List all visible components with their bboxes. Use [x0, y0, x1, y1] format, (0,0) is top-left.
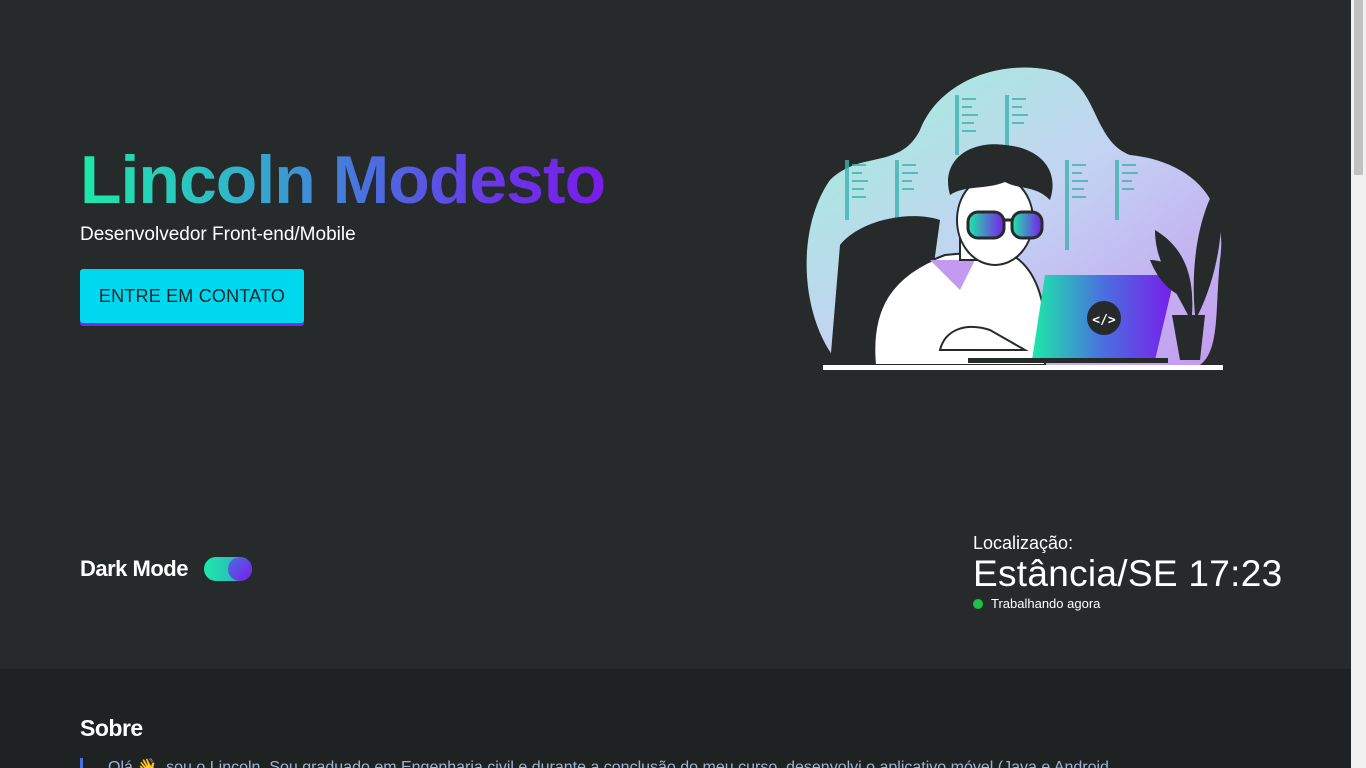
working-status: Trabalhando agora [973, 596, 1273, 611]
page-scrollbar[interactable] [1351, 0, 1366, 768]
toggle-knob [227, 557, 252, 581]
status-dot-icon [973, 598, 983, 609]
about-text: Olá 👋, sou o Lincoln. Sou graduado em En… [80, 758, 1270, 768]
about-section [0, 669, 1351, 768]
dark-mode-toggle[interactable] [203, 557, 252, 581]
hero-name: Lincoln Modesto [80, 142, 606, 218]
dark-mode-control: Dark Mode [80, 556, 252, 582]
dark-mode-label: Dark Mode [80, 556, 188, 581]
developer-illustration: </> [806, 67, 1223, 370]
location-value: Estância/SE 17:23 [973, 553, 1283, 594]
code-icon: </> [1092, 313, 1116, 328]
location-widget: Localização: Estância/SE 17:23 Trabalhan… [973, 532, 1283, 611]
status-text: Trabalhando agora [991, 596, 1101, 611]
contact-button[interactable]: ENTRE EM CONTATO [80, 269, 304, 323]
about-title: Sobre [80, 715, 143, 741]
scrollbar-thumb[interactable] [1354, 0, 1363, 175]
hero-subtitle: Desenvolvedor Front-end/Mobile [80, 224, 356, 245]
location-label: Localização: [973, 533, 1074, 553]
